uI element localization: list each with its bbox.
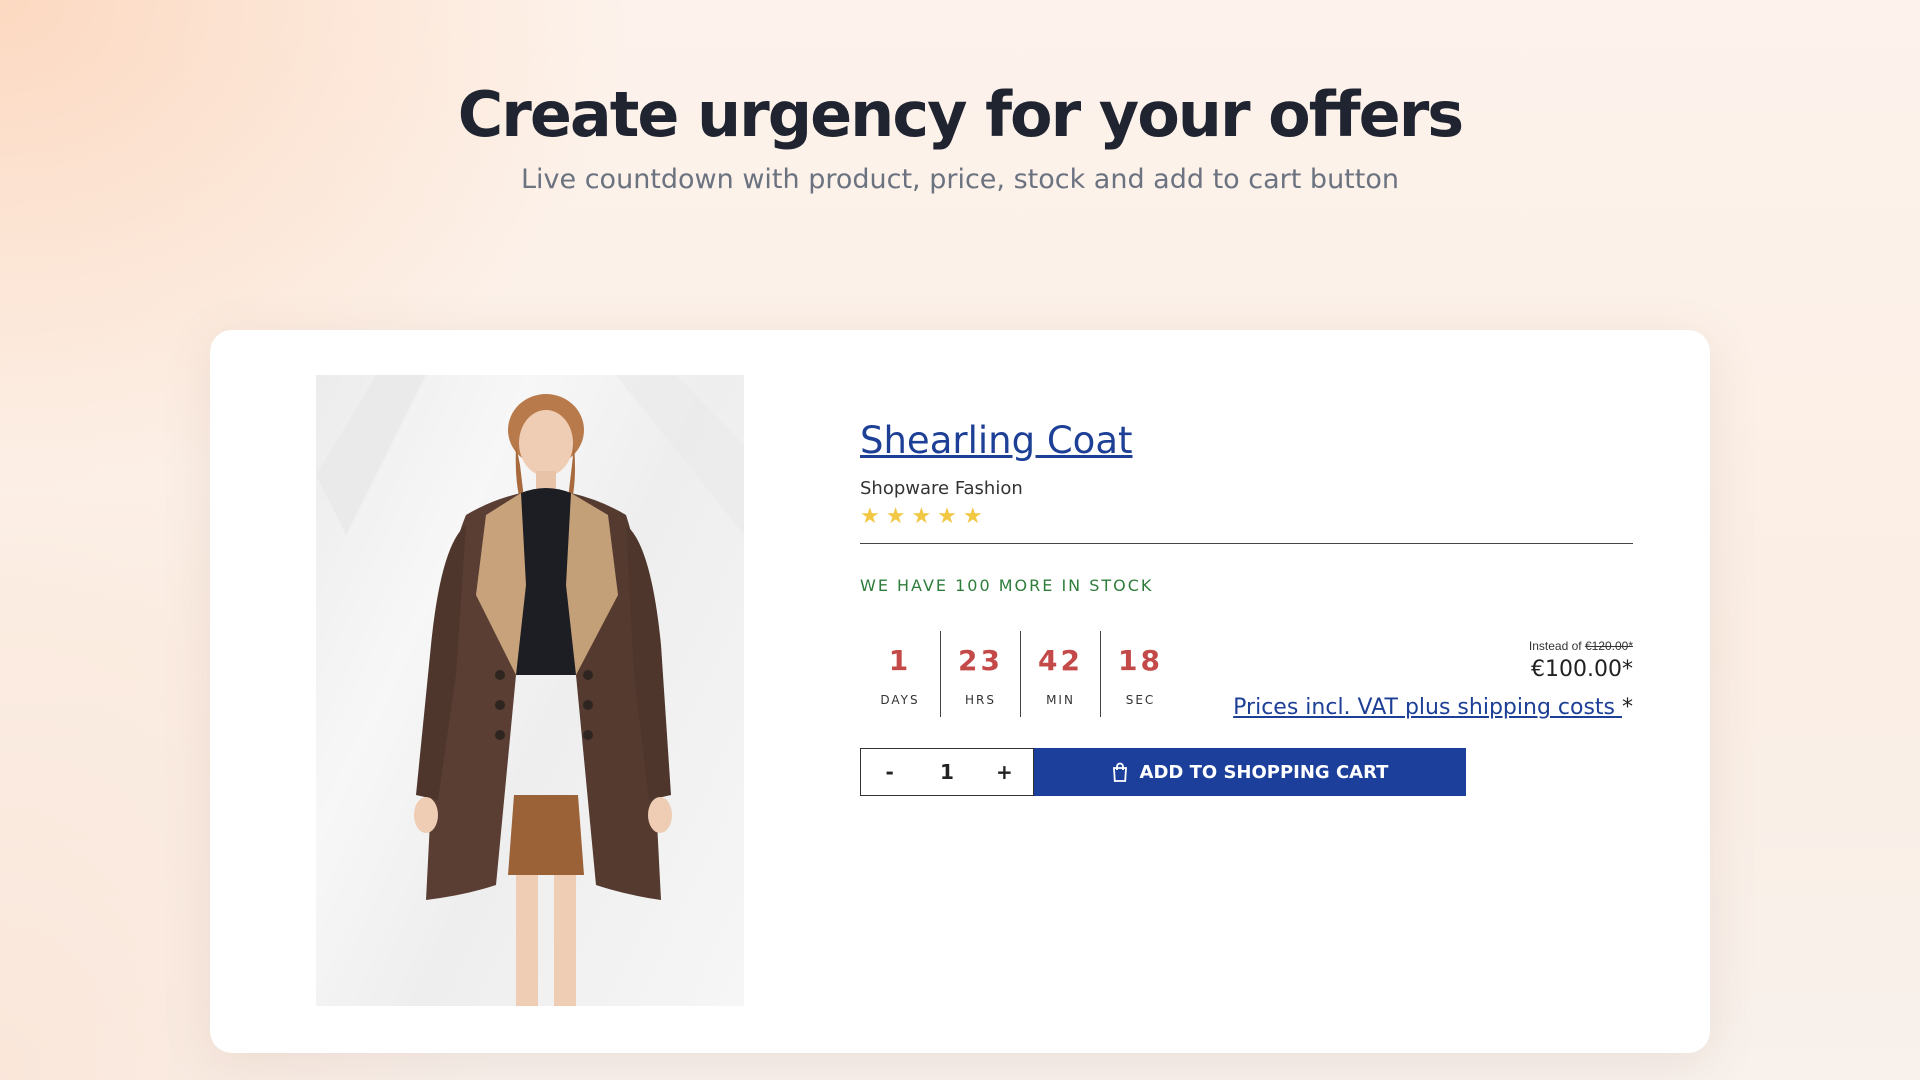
old-price: €120.00* bbox=[1584, 639, 1633, 653]
stock-status: WE HAVE 100 MORE IN STOCK bbox=[860, 576, 1154, 595]
quantity-increase-button[interactable]: + bbox=[976, 760, 1033, 784]
countdown-hours-label: HRS bbox=[965, 693, 996, 707]
quantity-input[interactable]: 1 bbox=[918, 760, 975, 784]
countdown-seconds-label: SEC bbox=[1125, 693, 1156, 707]
list-price: Instead of €120.00* bbox=[1529, 639, 1633, 653]
countdown-minutes-value: 42 bbox=[1038, 644, 1083, 677]
rating-stars: ★★★★★ bbox=[860, 503, 989, 528]
countdown-days-value: 1 bbox=[888, 644, 912, 677]
add-to-cart-label: ADD TO SHOPPING CART bbox=[1139, 761, 1389, 783]
page-subtitle: Live countdown with product, price, stoc… bbox=[521, 164, 1399, 195]
price-box: Instead of €120.00* €100.00* bbox=[1529, 639, 1633, 682]
countdown-hours-value: 23 bbox=[958, 644, 1003, 677]
add-to-cart-button[interactable]: ADD TO SHOPPING CART bbox=[1034, 748, 1466, 796]
buy-widget: - 1 + ADD TO SHOPPING CART bbox=[860, 748, 1466, 796]
countdown-seconds-value: 18 bbox=[1118, 644, 1163, 677]
current-price: €100.00* bbox=[1531, 657, 1633, 682]
countdown-minutes: 42 MIN bbox=[1020, 631, 1100, 717]
shopping-bag-icon bbox=[1112, 762, 1127, 782]
vat-asterisk: * bbox=[1622, 695, 1633, 720]
quantity-decrease-button[interactable]: - bbox=[861, 760, 918, 784]
countdown-seconds: 18 SEC bbox=[1100, 631, 1180, 717]
list-price-prefix: Instead of bbox=[1528, 639, 1582, 653]
countdown-hours: 23 HRS bbox=[940, 631, 1020, 717]
countdown-days: 1 DAYS bbox=[860, 631, 940, 717]
divider bbox=[860, 543, 1633, 544]
manufacturer-name: Shopware Fashion bbox=[860, 478, 1023, 499]
product-image[interactable] bbox=[316, 375, 744, 1006]
vat-notice: Prices incl. VAT plus shipping costs * bbox=[1233, 695, 1633, 720]
product-card: Shearling Coat Shopware Fashion ★★★★★ WE… bbox=[210, 330, 1710, 1053]
quantity-stepper: - 1 + bbox=[860, 748, 1034, 796]
countdown-minutes-label: MIN bbox=[1046, 693, 1075, 707]
countdown-days-label: DAYS bbox=[880, 693, 920, 707]
product-info: Shearling Coat Shopware Fashion ★★★★★ WE… bbox=[860, 418, 1633, 796]
hero-section: Create urgency for your offers Live coun… bbox=[0, 72, 1920, 195]
page-title: Create urgency for your offers bbox=[457, 78, 1464, 151]
shipping-costs-link[interactable]: Prices incl. VAT plus shipping costs bbox=[1233, 695, 1622, 720]
countdown-timer: 1 DAYS 23 HRS 42 MIN 18 SEC bbox=[860, 631, 1180, 717]
coat-model-illustration bbox=[316, 375, 744, 1006]
product-title-link[interactable]: Shearling Coat bbox=[860, 418, 1133, 464]
